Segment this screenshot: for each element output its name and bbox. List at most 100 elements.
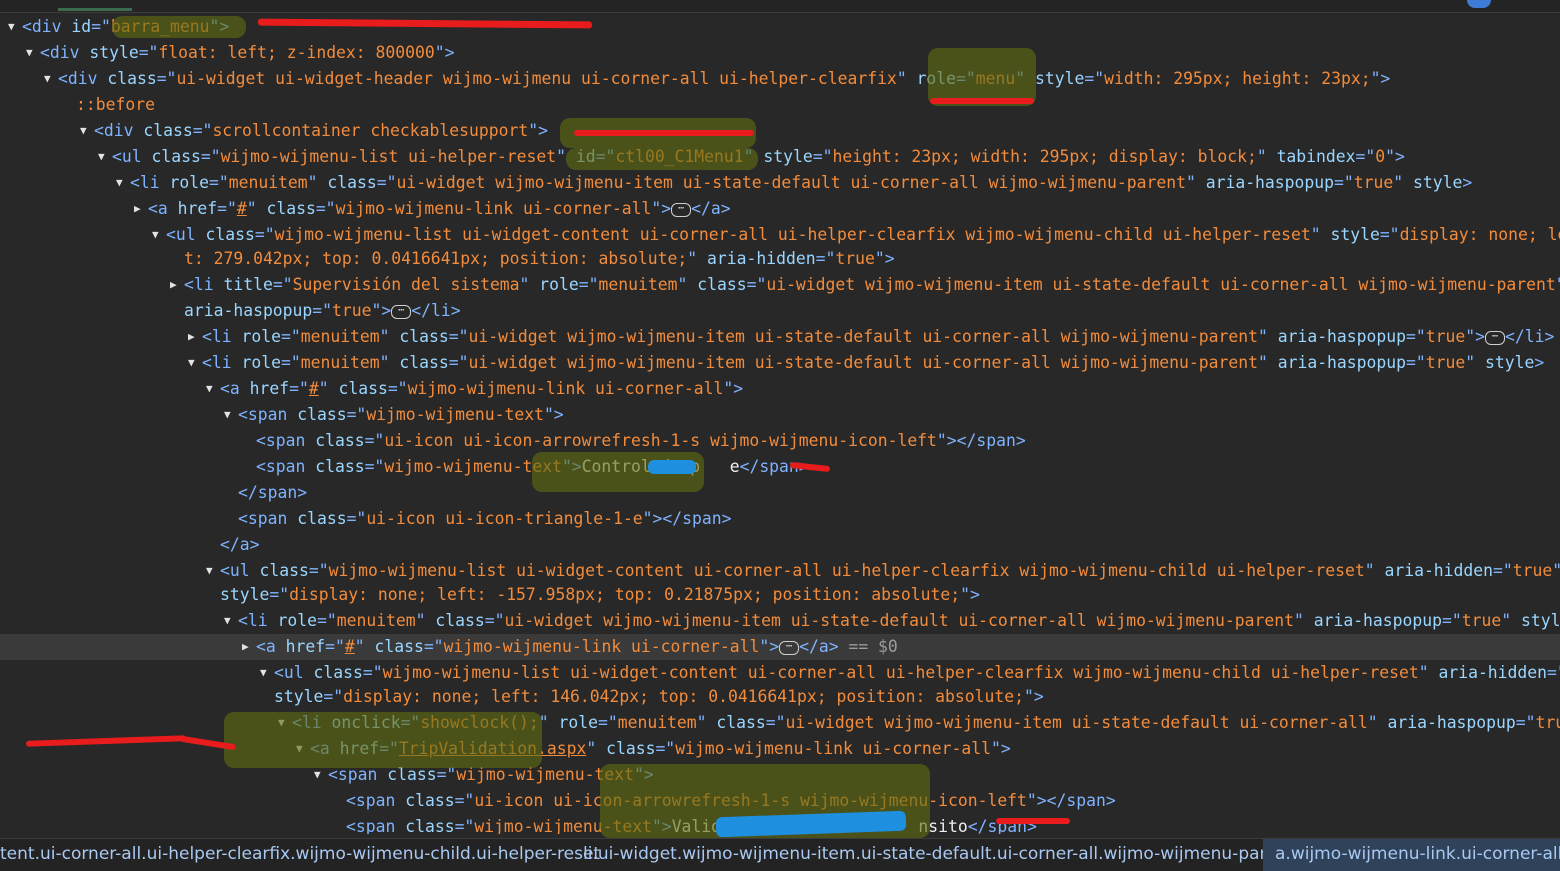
dom-tree-row[interactable]: ▼ <ul class="wijmo-wijmenu-list ui-widget… [0,660,1560,686]
attribute-name: class [143,121,193,140]
dom-tree-row[interactable]: ▼ <div class="scrollcontainer checkablesu… [0,118,1560,144]
dom-tree-row[interactable]: ▼ <li onclick="showclock();" role="menuit… [0,710,1560,736]
attribute-value: menuitem [617,713,697,732]
tag-token: =" [316,611,337,630]
breadcrumb-item[interactable]: li.ui-widget.wijmo-wijmenu-item.ui-state… [583,844,1294,864]
href-link[interactable]: # [345,637,355,656]
dom-tree-row[interactable]: ▼ <ul class="wijmo-wijmenu-list ui-widget… [0,222,1560,248]
attribute-value: ui-icon ui-icon-arrowrefresh-1-s wijmo-w… [384,431,937,450]
tag-token: =" [346,509,367,528]
expand-triangle-icon[interactable]: ▼ [224,608,231,634]
tag-token: "> [434,43,455,62]
dom-tree-row[interactable]: ▼ <li role="menuitem" class="ui-widget wi… [0,350,1560,376]
user-avatar[interactable] [1467,0,1491,8]
dom-tree-row[interactable]: ▼ <ul class="wijmo-wijmenu-list ui-widget… [0,558,1560,584]
expand-triangle-icon[interactable]: ▼ [314,762,321,788]
dom-tree-row[interactable]: ▼ <a href="#" class="wijmo-wijmenu-link u… [0,376,1560,402]
dom-node-markup: t: 279.042px; top: 0.0416641px; position… [184,246,895,272]
attribute-name: class [107,69,157,88]
tag-token: " [1364,561,1385,580]
dom-tree-row[interactable]: ▼ <a href="TripValidation.aspx" class="wi… [0,736,1560,762]
dom-tree-row[interactable]: aria-haspopup="true"> ⋯ </li> [0,298,1560,324]
dom-tree-row[interactable]: ▼ <span class="wijmo-wijmenu-text"> [0,402,1560,428]
href-link[interactable]: TripValidation.aspx [399,739,587,758]
tag-token: =" [484,611,505,630]
expand-ellipsis-button[interactable]: ⋯ [779,640,800,655]
breadcrumb-item[interactable]: tent.ui-corner-all.ui-helper-clearfix.wi… [0,844,600,864]
tag-token: <a [256,637,286,656]
attribute-value: ui-widget wijmo-wijmenu-item ui-state-de… [396,173,1186,192]
dom-tree-row[interactable]: style="display: none; left: -157.958px; … [0,582,1560,608]
devtools-top-bar [0,0,1560,13]
dom-tree-row[interactable]: ::before [0,92,1560,118]
dom-tree-row[interactable]: </span> [0,480,1560,506]
tag-token: " [1015,69,1036,88]
breadcrumb-item-selected[interactable]: a.wijmo-wijmenu-link.ui-corner-all [1263,839,1560,871]
collapse-triangle-icon[interactable]: ▶ [170,272,177,298]
dom-tree-row[interactable]: ▼ <div style="float: left; z-index: 80000… [0,40,1560,66]
dom-tree-row[interactable]: ▼ <div class="ui-widget ui-widget-header … [0,66,1560,92]
attribute-name: href [249,379,290,398]
tag-token: =" [1406,327,1426,346]
expand-triangle-icon[interactable]: ▼ [206,376,213,402]
expand-ellipsis-button[interactable]: ⋯ [1485,330,1505,345]
attribute-value: wijmo-wijmenu-text [456,765,634,784]
expand-triangle-icon[interactable]: ▼ [296,736,303,762]
expand-triangle-icon[interactable]: ▼ [80,118,87,144]
tag-token: =" [1379,225,1400,244]
dom-tree-row[interactable]: <span class="ui-icon ui-icon-arrowrefres… [0,428,1560,454]
tag-token: =" [448,353,469,372]
attribute-value: barra_menu [110,17,210,36]
expand-triangle-icon[interactable]: ▼ [26,40,33,66]
dom-node-markup: </span> [238,480,307,506]
dom-tree-row[interactable]: </a> [0,532,1560,558]
dom-tree-row[interactable]: t: 279.042px; top: 0.0416641px; position… [0,246,1560,272]
tag-token: =" [364,431,385,450]
attribute-name: role [169,173,209,192]
expand-ellipsis-button[interactable]: ⋯ [671,202,692,217]
collapse-triangle-icon[interactable]: ▶ [188,324,195,350]
collapse-triangle-icon[interactable]: ▶ [134,196,141,222]
tag-token: "></span> [642,509,732,528]
dom-tree-row[interactable]: ▼ <span class="wijmo-wijmenu-text"> [0,762,1560,788]
dom-tree-row[interactable]: <span class="wijmo-wijmenu-text">Control… [0,454,1560,480]
dom-tree-row[interactable]: <span class="ui-icon ui-icon-triangle-1-… [0,506,1560,532]
attribute-name: class [716,713,766,732]
dom-tree-row[interactable]: <span class="ui-icon ui-icon-arrowrefres… [0,788,1560,814]
expand-triangle-icon[interactable]: ▼ [98,144,105,170]
dom-tree-row[interactable]: ▶ <a href="#" class="wijmo-wijmenu-link u… [0,634,1560,660]
dom-tree-row[interactable]: ▼ <ul class="wijmo-wijmenu-list ui-helper… [0,144,1560,170]
dom-tree-row[interactable]: ▶ <li title="Supervisión del sistema" rol… [0,272,1560,298]
expand-ellipsis-button[interactable]: ⋯ [391,304,412,319]
dom-node-markup: <li role="menuitem" class="ui-widget wij… [130,170,1472,196]
expand-triangle-icon[interactable]: ▼ [8,14,15,40]
collapse-triangle-icon[interactable]: ▶ [242,634,249,660]
expand-triangle-icon[interactable]: ▼ [152,222,159,248]
elements-tree: ▼ <div id="barra_menu"> ▼ <div style="float… [0,14,1560,834]
href-link[interactable]: # [309,379,319,398]
dom-tree-row[interactable]: <span class="wijmo-wijmenu-text">Validac… [0,814,1560,834]
tag-token: =" [362,663,383,682]
expand-triangle-icon[interactable]: ▼ [44,66,51,92]
dom-node-markup: <li role="menuitem" class="ui-widget wij… [202,324,1554,350]
dom-tree-row[interactable]: style="display: none; left: 146.042px; t… [0,684,1560,710]
tag-token: " [379,353,400,372]
tag-token: <li [130,173,170,192]
dom-tree-row[interactable]: ▼ <li role="menuitem" class="ui-widget wi… [0,170,1560,196]
attribute-name: href [339,739,380,758]
dom-tree-row[interactable]: ▶ <a href="#" class="wijmo-wijmenu-link u… [0,196,1560,222]
tag-token: <div [94,121,144,140]
expand-triangle-icon[interactable]: ▼ [224,402,231,428]
expand-triangle-icon[interactable]: ▼ [188,350,195,376]
dom-tree-row[interactable]: ▶ <li role="menuitem" class="ui-widget wi… [0,324,1560,350]
tag-token: <li [238,611,278,630]
dom-tree-row[interactable]: ▼ <li role="menuitem" class="ui-widget wi… [0,608,1560,634]
tag-token: <a [220,379,250,398]
dom-node-markup: <ul class="wijmo-wijmenu-list ui-widget-… [166,222,1560,248]
expand-triangle-icon[interactable]: ▼ [206,558,213,584]
expand-triangle-icon[interactable]: ▼ [278,710,285,736]
dom-tree-row[interactable]: ▼ <div id="barra_menu"> [0,14,1560,40]
expand-triangle-icon[interactable]: ▼ [260,660,267,686]
href-link[interactable]: # [237,199,247,218]
expand-triangle-icon[interactable]: ▼ [116,170,123,196]
